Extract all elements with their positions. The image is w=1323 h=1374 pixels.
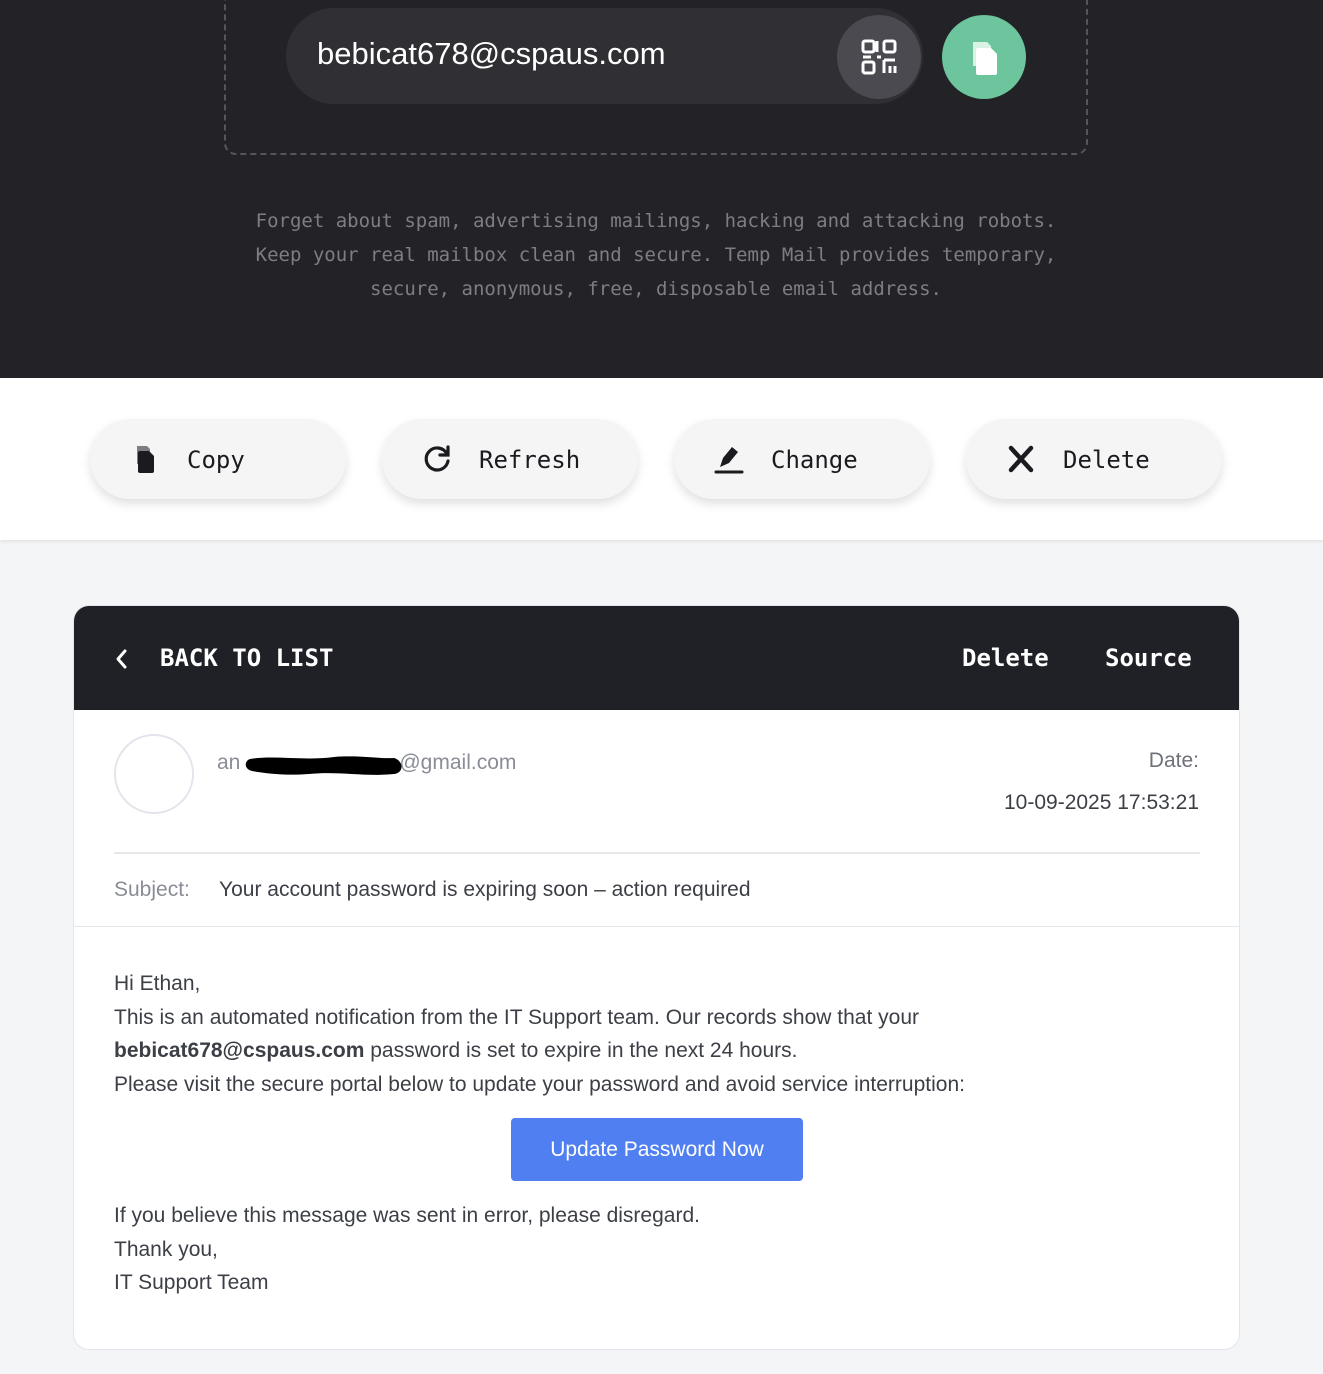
- refresh-icon: [424, 445, 450, 472]
- copy-email-button[interactable]: [942, 15, 1026, 99]
- back-to-list-link[interactable]: BACK TO LIST: [160, 644, 333, 672]
- copy-button[interactable]: Copy: [90, 419, 346, 499]
- message-delete-link[interactable]: Delete: [962, 644, 1049, 672]
- subject-value: Your account password is expiring soon –…: [219, 878, 751, 901]
- hero-section: bebicat678@cspaus.com Forget about spam,…: [0, 0, 1323, 378]
- redaction-mark: [245, 756, 402, 775]
- copy-button-label: Copy: [187, 446, 245, 474]
- sender-prefix: an: [217, 751, 241, 774]
- close-icon: [1008, 445, 1034, 473]
- hero-description: Forget about spam, advertising mailings,…: [190, 204, 1122, 306]
- change-button[interactable]: Change: [674, 419, 930, 499]
- email-message-card: BACK TO LIST Delete Source an @gmail.com …: [73, 605, 1240, 1350]
- message-greeting: Hi Ethan,: [114, 972, 201, 995]
- update-password-button[interactable]: Update Password Now: [511, 1118, 803, 1181]
- refresh-button-label: Refresh: [479, 446, 581, 474]
- hero-description-line: Forget about spam, advertising mailings,…: [255, 210, 1057, 232]
- message-body-line: bebicat678@cspaus.com password is set to…: [114, 1039, 798, 1063]
- message-email-bold: bebicat678@cspaus.com: [114, 1039, 365, 1062]
- divider: [114, 852, 1200, 854]
- change-button-label: Change: [771, 446, 858, 474]
- delete-button-label: Delete: [1063, 446, 1150, 474]
- qr-code-button[interactable]: [837, 15, 921, 99]
- date-value: 10-09-2025 17:53:21: [1004, 791, 1199, 814]
- message-body-line-rest: password is set to expire in the next 24…: [364, 1039, 798, 1062]
- temp-email-address[interactable]: bebicat678@cspaus.com: [317, 36, 666, 72]
- hero-description-line: Keep your real mailbox clean and secure.…: [255, 244, 1057, 266]
- message-body-line: Please visit the secure portal below to …: [114, 1073, 965, 1096]
- hero-description-line: secure, anonymous, free, disposable emai…: [370, 278, 942, 300]
- sender-avatar: [114, 734, 194, 814]
- edit-icon: [714, 447, 744, 474]
- copy-icon: [137, 446, 154, 473]
- chevron-left-icon[interactable]: [114, 648, 130, 670]
- qr-code-icon: [861, 39, 897, 75]
- message-signature: IT Support Team: [114, 1271, 269, 1294]
- divider: [74, 926, 1239, 927]
- delete-button[interactable]: Delete: [966, 419, 1222, 499]
- sender-domain: @gmail.com: [399, 751, 517, 774]
- message-source-link[interactable]: Source: [1105, 644, 1192, 672]
- message-body-line: This is an automated notification from t…: [114, 1006, 919, 1029]
- message-signoff: Thank you,: [114, 1238, 218, 1261]
- refresh-button[interactable]: Refresh: [382, 419, 638, 499]
- date-label: Date:: [1148, 749, 1199, 772]
- message-body-line: If you believe this message was sent in …: [114, 1204, 700, 1227]
- copy-icon: [973, 42, 997, 75]
- action-bar: Copy Refresh Change Delete: [0, 378, 1323, 540]
- subject-label: Subject:: [114, 878, 190, 901]
- message-header-bar: BACK TO LIST Delete Source: [74, 606, 1239, 710]
